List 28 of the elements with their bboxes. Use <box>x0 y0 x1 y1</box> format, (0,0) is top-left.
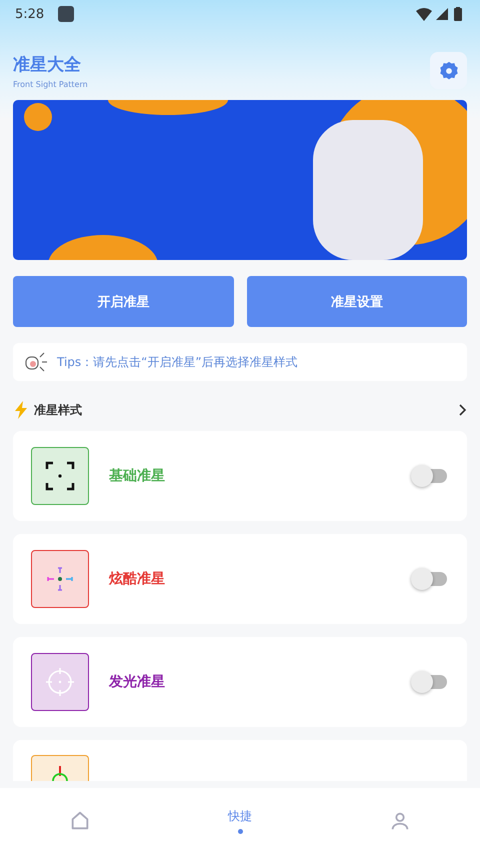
tips-text: Tips：请先点击“开启准星”后再选择准星样式 <box>57 354 298 370</box>
crosshair-name: 发光准星 <box>109 673 166 691</box>
action-button[interactable]: 准星设置 <box>246 276 467 327</box>
action-button[interactable]: 开启准星 <box>13 276 234 327</box>
toggle-switch[interactable] <box>411 670 447 694</box>
home-icon <box>69 810 91 832</box>
chevron-right-icon[interactable] <box>459 404 467 416</box>
nav-tab[interactable]: 快捷 <box>160 788 320 853</box>
battery-icon <box>454 7 462 21</box>
arrow-crosshair-icon <box>46 565 74 593</box>
crosshair-top-icon <box>52 766 68 781</box>
app-subtitle: Front Sight Pattern <box>13 80 88 88</box>
toggle-switch[interactable] <box>411 567 447 591</box>
crosshair-name: 基础准星 <box>109 467 166 485</box>
settings-icon <box>438 60 458 80</box>
toggle-switch[interactable] <box>411 464 447 488</box>
wifi-icon <box>416 8 432 20</box>
circle-crosshair-icon <box>43 665 77 699</box>
bracket-crosshair-icon <box>45 461 75 491</box>
crosshair-name: 炫酷准星 <box>109 570 166 588</box>
lightning-icon <box>14 401 28 419</box>
section-title: 准星样式 <box>34 402 83 418</box>
status-time: 5:28 <box>15 6 44 22</box>
app-title: 准星大全 <box>13 54 82 76</box>
settings-button[interactable] <box>430 52 467 89</box>
megaphone-icon <box>23 351 49 373</box>
signal-icon <box>436 8 448 20</box>
notification-icon <box>58 6 74 22</box>
